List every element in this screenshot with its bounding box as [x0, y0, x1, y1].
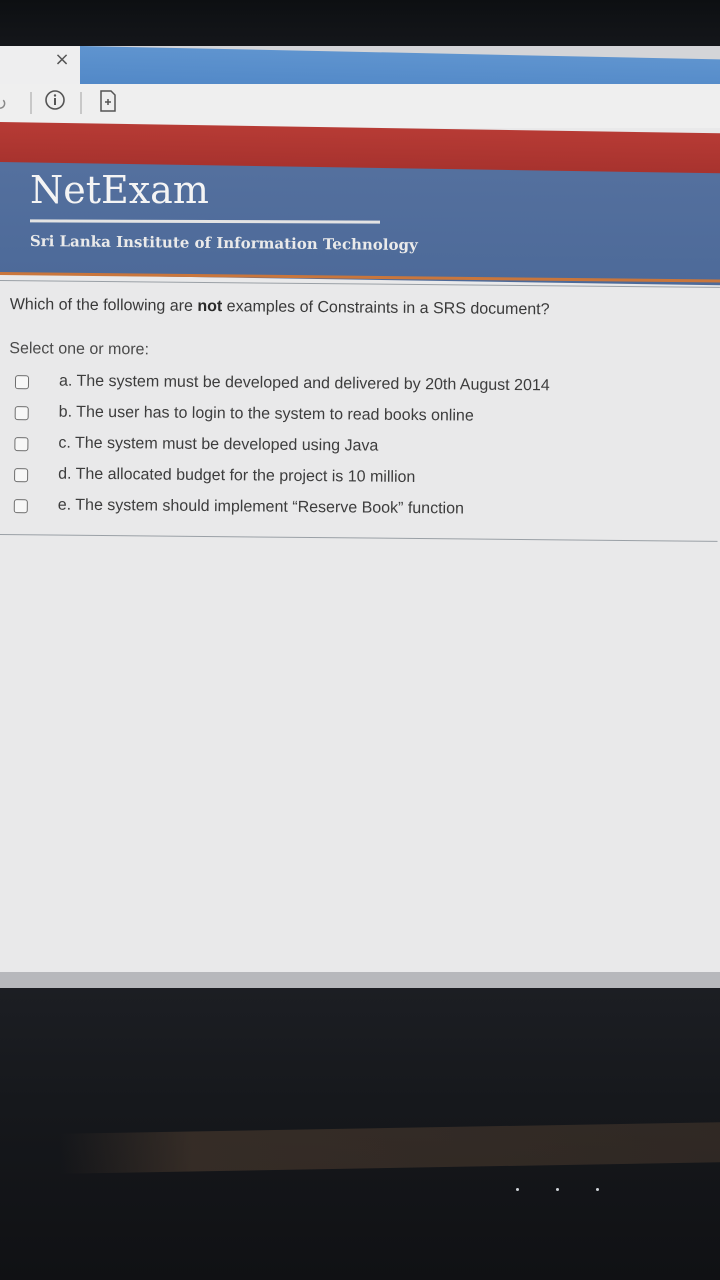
- select-hint: Select one or more:: [9, 340, 150, 359]
- browser-tab[interactable]: ×: [0, 46, 80, 84]
- checkbox[interactable]: [13, 499, 28, 514]
- indicator-light: [516, 1188, 519, 1191]
- option-label[interactable]: a. The system must be developed and deli…: [59, 373, 550, 396]
- checkbox[interactable]: [14, 406, 29, 421]
- option-label[interactable]: e. The system should implement “Reserve …: [58, 497, 464, 519]
- info-icon[interactable]: [44, 89, 66, 111]
- divider: [30, 92, 32, 114]
- answer-option-b[interactable]: b. The user has to login to the system t…: [0, 403, 719, 436]
- question-text-emphasis: not: [197, 297, 223, 316]
- back-icon[interactable]: ↻: [0, 94, 7, 115]
- divider: [80, 92, 82, 114]
- answer-option-e[interactable]: e. The system should implement “Reserve …: [0, 496, 718, 529]
- option-label[interactable]: d. The allocated budget for the project …: [58, 466, 415, 487]
- option-label[interactable]: c. The system must be developed using Ja…: [58, 435, 378, 456]
- close-icon[interactable]: ×: [52, 50, 72, 70]
- divider: [0, 533, 718, 542]
- answer-option-d[interactable]: d. The allocated budget for the project …: [0, 465, 718, 498]
- checkbox[interactable]: [14, 437, 29, 452]
- option-label[interactable]: b. The user has to login to the system t…: [59, 404, 474, 426]
- browser-screen: × ↻ NetExam Sri: [0, 46, 720, 990]
- question-text-post: examples of Constraints in a SRS documen…: [222, 298, 550, 319]
- new-page-icon[interactable]: [98, 90, 118, 112]
- checkbox[interactable]: [14, 375, 30, 390]
- photo-frame: × ↻ NetExam Sri: [0, 0, 720, 1280]
- answer-option-a[interactable]: a. The system must be developed and deli…: [0, 372, 719, 405]
- question-text: Which of the following are not examples …: [10, 296, 550, 319]
- address-bar[interactable]: ↻: [0, 84, 720, 128]
- answer-option-c[interactable]: c. The system must be developed using Ja…: [0, 434, 718, 467]
- site-logo[interactable]: NetExam: [30, 168, 209, 212]
- checkbox[interactable]: [14, 468, 29, 483]
- indicator-light: [596, 1188, 599, 1191]
- indicator-light: [556, 1188, 559, 1191]
- question-text-pre: Which of the following are: [9, 296, 198, 315]
